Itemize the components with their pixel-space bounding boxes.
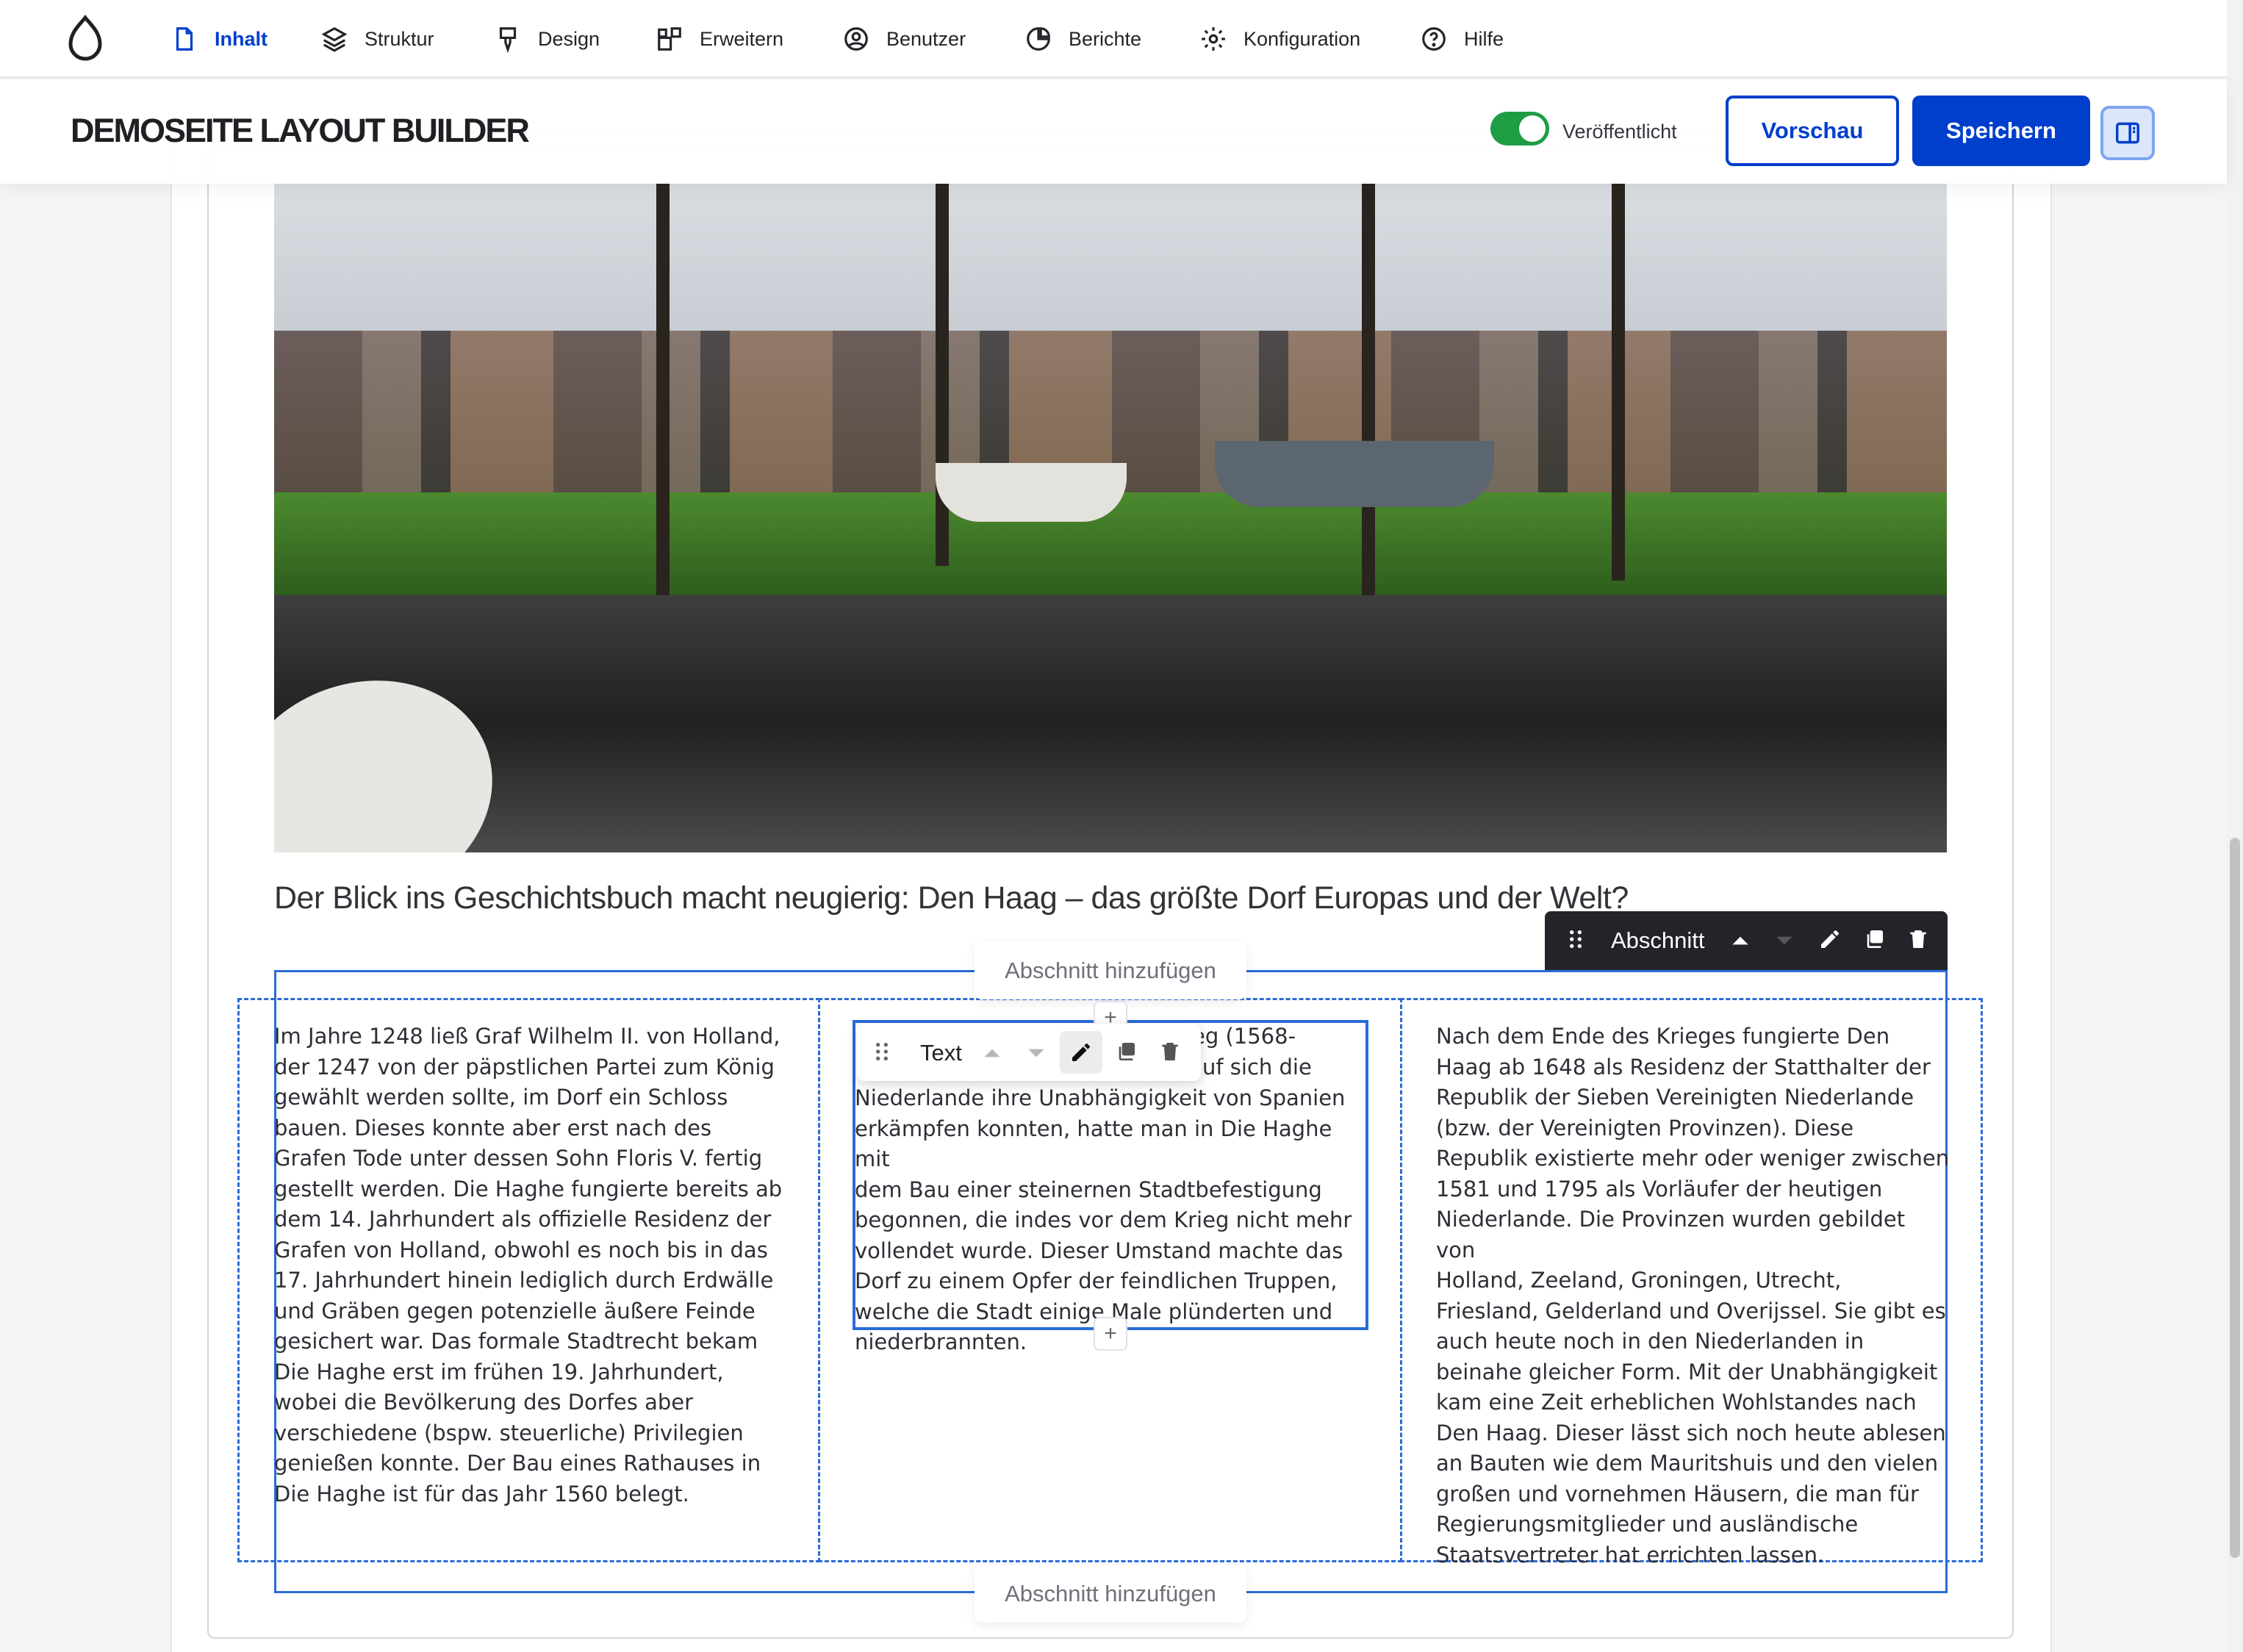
delete-icon[interactable] [1158, 1040, 1182, 1063]
nav-item-hilfe[interactable]: Hilfe [1420, 22, 1504, 56]
chart-pie-icon [1027, 27, 1050, 51]
nav-label: Hilfe [1464, 27, 1504, 50]
help-icon [1422, 27, 1446, 51]
page-scrollbar[interactable] [2227, 0, 2243, 1652]
block-toolbar[interactable]: Text [857, 1024, 1201, 1081]
drag-handle-icon[interactable] [1564, 927, 1587, 951]
hero-image-canal [274, 184, 1947, 852]
nav-label: Inhalt [215, 27, 268, 50]
nav-item-struktur[interactable]: Struktur [320, 22, 434, 56]
content-headline: Der Blick ins Geschichtsbuch macht neugi… [274, 880, 1629, 916]
move-down-icon[interactable] [1024, 1041, 1048, 1065]
top-navigation: Inhalt Struktur Design Erweitern Benutze… [0, 0, 2227, 78]
nav-label: Berichte [1069, 27, 1142, 50]
nav-label: Benutzer [886, 27, 966, 50]
move-up-icon[interactable] [980, 1041, 1004, 1065]
gear-icon [1202, 27, 1225, 51]
page-titlebar: DEMOSEITE LAYOUT BUILDER Veröffentlicht … [0, 79, 2227, 184]
nav-item-konfiguration[interactable]: Konfiguration [1199, 22, 1360, 56]
file-icon [176, 27, 193, 51]
nav-label: Design [538, 27, 600, 50]
nav-label: Erweitern [700, 27, 784, 50]
published-toggle[interactable] [1490, 112, 1549, 146]
add-section-button-top[interactable]: Abschnitt hinzufügen [975, 942, 1246, 999]
duplicate-icon[interactable] [1114, 1040, 1138, 1063]
preview-button[interactable]: Vorschau [1726, 96, 1899, 166]
text-block-column-3[interactable]: Nach dem Ende des Krieges fungierte Den … [1436, 1021, 1950, 1570]
nav-item-design[interactable]: Design [494, 22, 600, 56]
drupal-logo-icon[interactable] [66, 15, 104, 62]
nav-item-benutzer[interactable]: Benutzer [842, 22, 966, 56]
delete-icon[interactable] [1906, 927, 1930, 951]
puzzle-icon [658, 27, 681, 51]
brush-icon [499, 27, 517, 53]
block-toolbar-label: Text [920, 1040, 962, 1066]
nav-item-berichte[interactable]: Berichte [1024, 22, 1141, 56]
add-section-button-bottom[interactable]: Abschnitt hinzufügen [975, 1565, 1246, 1623]
scrollbar-thumb[interactable] [2230, 838, 2240, 1558]
edit-pencil-icon[interactable] [1818, 927, 1842, 951]
sidebar-toggle-button[interactable] [2100, 106, 2155, 160]
nav-item-erweitern[interactable]: Erweitern [656, 22, 783, 56]
section-toolbar[interactable]: Abschnitt [1545, 911, 1948, 970]
drag-handle-icon[interactable] [870, 1040, 894, 1063]
nav-label: Konfiguration [1243, 27, 1361, 50]
move-up-icon[interactable] [1729, 929, 1752, 952]
sidebar-panel-icon [2116, 122, 2139, 144]
nav-item-inhalt[interactable]: Inhalt [171, 22, 268, 56]
nav-label: Struktur [365, 27, 434, 50]
published-label: Veröffentlicht [1562, 121, 1677, 143]
section-toolbar-label: Abschnitt [1611, 927, 1705, 953]
add-block-below-button[interactable]: + [1094, 1317, 1127, 1351]
move-down-icon[interactable] [1773, 929, 1796, 952]
edit-pencil-icon[interactable] [1060, 1031, 1102, 1074]
user-icon [844, 27, 868, 51]
layers-icon [321, 26, 348, 52]
duplicate-icon[interactable] [1862, 927, 1886, 951]
text-block-column-1[interactable]: Im Jahre 1248 ließ Graf Wilhelm II. von … [274, 1021, 789, 1509]
page-title: DEMOSEITE LAYOUT BUILDER [71, 112, 530, 149]
save-button[interactable]: Speichern [1912, 96, 2090, 166]
